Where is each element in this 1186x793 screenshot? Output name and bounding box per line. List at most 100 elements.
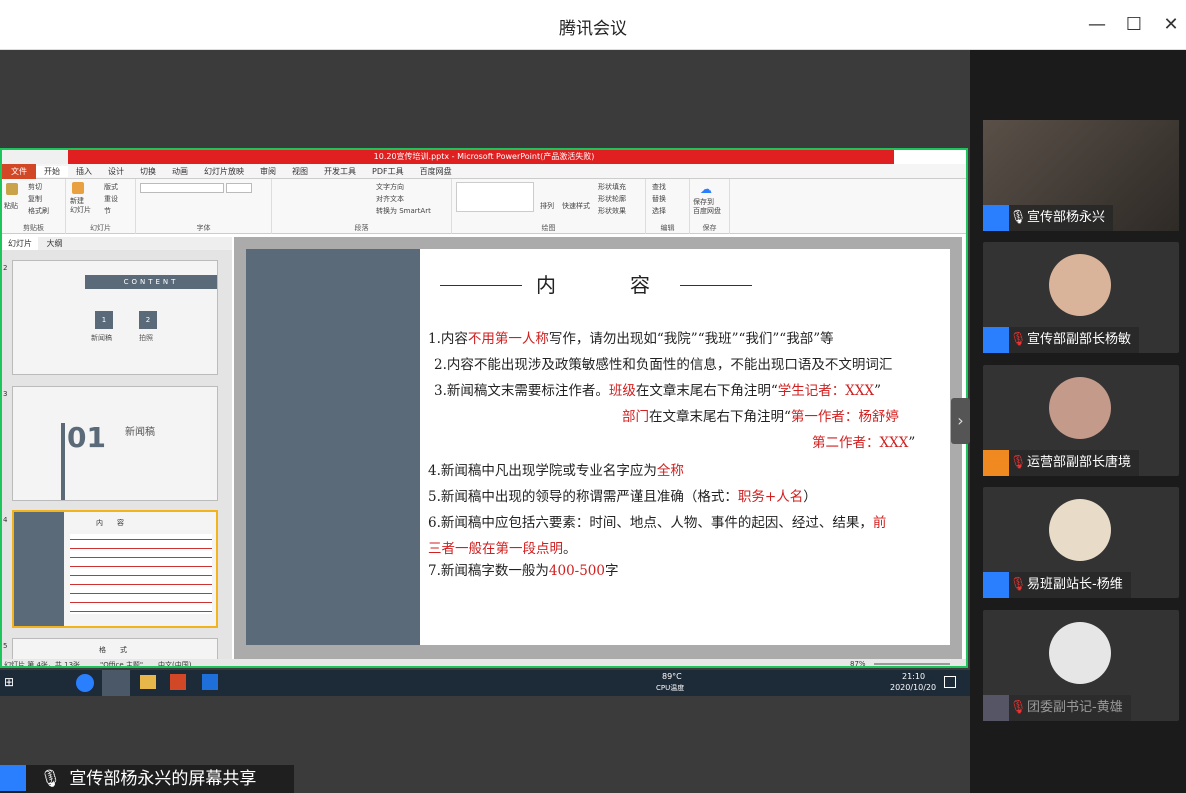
participant-tile[interactable]: 🎙易班副站长-杨维: [983, 487, 1179, 598]
thumb-number: 3: [3, 390, 8, 398]
thumb-slide-5[interactable]: 格 式: [12, 638, 218, 660]
participant-tile[interactable]: 🎙宣传部杨永兴: [983, 120, 1179, 231]
ribbon-tabs: 文件 开始 插入 设计 切换 动画 幻灯片放映 审阅 视图 开发工具 PDF工具…: [2, 163, 966, 179]
group-edit: 查找 替换 选择 编辑: [646, 179, 690, 234]
thumb-label-b: 拍照: [139, 334, 153, 342]
slide-line-8: 6.新闻稿中应包括六要素：时间、地点、人物、事件的起因、经过、结果，前: [428, 511, 886, 531]
shape-fill-button[interactable]: 形状填充: [598, 182, 626, 192]
maximize-button[interactable]: ☐: [1121, 12, 1147, 38]
quick-styles-button[interactable]: 快速样式: [562, 201, 590, 211]
current-slide[interactable]: 内 容 1.内容不用第一人称写作，请勿出现如“我院”“我班”“我们”“我部”等 …: [246, 249, 950, 645]
folder-icon[interactable]: [140, 675, 156, 689]
close-button[interactable]: ✕: [1158, 12, 1184, 38]
ribbon: 粘贴 剪切 复制 格式刷 剪贴板 新建 幻灯片 版式 重设 节 幻灯片 字体 文…: [2, 179, 966, 234]
find-button[interactable]: 查找: [652, 182, 666, 192]
thumb-slide-4-selected[interactable]: 内 容: [12, 510, 218, 628]
shape-effect-button[interactable]: 形状效果: [598, 206, 626, 216]
font-family-select[interactable]: [140, 183, 224, 193]
group-slides: 新建 幻灯片 版式 重设 节 幻灯片: [66, 179, 136, 234]
text: 在文章末尾右下角注明“: [649, 409, 791, 425]
group-clipboard: 粘贴 剪切 复制 格式刷 剪贴板: [2, 179, 66, 234]
text-red: 前: [872, 515, 887, 531]
participant-name: 易班副站长-杨维: [1027, 577, 1123, 592]
minimize-button[interactable]: —: [1084, 12, 1110, 38]
format-painter-button[interactable]: 格式刷: [28, 206, 49, 216]
baidu-cloud-icon[interactable]: ☁: [700, 182, 712, 196]
text: 在文章末尾右下角注明“: [635, 383, 778, 399]
user-icon: [983, 205, 1009, 231]
tab-slideshow[interactable]: 幻灯片放映: [196, 166, 252, 177]
smartart-button[interactable]: 转换为 SmartArt: [376, 206, 431, 216]
tab-review[interactable]: 审阅: [252, 166, 284, 177]
quick-access-toolbar[interactable]: [2, 150, 68, 164]
copy-button[interactable]: 复制: [28, 194, 42, 204]
zoom-slider[interactable]: [874, 663, 950, 665]
group-label: 编辑: [660, 224, 675, 232]
theme-name: "Office 主题": [100, 661, 144, 668]
tab-animations[interactable]: 动画: [164, 166, 196, 177]
start-icon[interactable]: ⊞: [4, 675, 18, 689]
text: 7.新闻稿字数一般为: [428, 563, 549, 579]
cut-button[interactable]: 剪切: [28, 182, 42, 192]
participant-tile[interactable]: 🎙团委副书记-黄雄: [983, 610, 1179, 721]
clock-time: 21:10: [902, 672, 926, 681]
tab-view[interactable]: 视图: [284, 166, 316, 177]
text: 。: [563, 541, 577, 557]
thumb-slide-3[interactable]: 01 新闻稿: [12, 386, 218, 501]
tab-file[interactable]: 文件: [2, 163, 36, 179]
align-text-button[interactable]: 对齐文本: [376, 194, 404, 204]
group-label: 绘图: [541, 224, 556, 232]
text-red: 学生记者：XXX: [777, 383, 875, 399]
slide-line-9: 三者一般在第一段点明。: [428, 537, 577, 557]
replace-button[interactable]: 替换: [652, 194, 666, 204]
reset-button[interactable]: 重设: [104, 194, 118, 204]
paste-button[interactable]: 粘贴: [4, 201, 18, 211]
collapse-sidebar-button[interactable]: ›: [951, 398, 970, 444]
notification-icon[interactable]: [944, 676, 956, 688]
slide-count: 幻灯片 第 4张，共 13张: [4, 661, 81, 668]
tab-pdf[interactable]: PDF工具: [364, 166, 412, 177]
font-size-select[interactable]: [226, 183, 252, 193]
tab-outline-pane[interactable]: 大纲: [41, 237, 69, 250]
new-slide-icon[interactable]: [72, 182, 84, 194]
slide-thumbnails: 2 CONTENT 1 2 新闻稿 拍照 3 01 新闻稿 4 内 容 5 格 …: [2, 250, 232, 660]
share-label-text: 宣传部杨永兴的屏幕共享: [69, 769, 257, 789]
shape-outline-button[interactable]: 形状轮廓: [598, 194, 626, 204]
paste-icon[interactable]: [6, 183, 18, 195]
participant-tile[interactable]: 🎙宣传部副部长杨敏: [983, 242, 1179, 353]
tab-slides-pane[interactable]: 幻灯片: [2, 237, 38, 250]
new-slide-button[interactable]: 新建 幻灯片: [70, 197, 91, 215]
text-red: 部门: [622, 409, 649, 425]
select-button[interactable]: 选择: [652, 206, 666, 216]
tab-design[interactable]: 设计: [100, 166, 132, 177]
thumb-slide-2[interactable]: CONTENT 1 2 新闻稿 拍照: [12, 260, 218, 375]
section-button[interactable]: 节: [104, 206, 111, 216]
mic-muted-icon: 🎙: [1009, 577, 1027, 592]
zoom-level: 87%: [850, 660, 866, 668]
tab-baidu[interactable]: 百度网盘: [412, 166, 460, 177]
slide-line-10: 7.新闻稿字数一般为400-500字: [428, 559, 619, 579]
pane-tabs: 幻灯片 大纲: [2, 237, 232, 250]
cpu-label: CPU温度: [656, 684, 685, 692]
powerpoint-icon[interactable]: [170, 674, 186, 690]
tab-insert[interactable]: 插入: [68, 166, 100, 177]
photos-icon[interactable]: [202, 674, 218, 690]
participant-tile[interactable]: 🎙运营部副部长唐境: [983, 365, 1179, 476]
user-icon: [983, 572, 1009, 598]
save-baidu-button[interactable]: 保存到 百度网盘: [693, 198, 721, 216]
text: 3.新闻稿文末需要标注作者。: [434, 383, 609, 399]
ppt-window-controls[interactable]: [894, 150, 966, 164]
tab-home[interactable]: 开始: [36, 165, 68, 177]
browser-icon[interactable]: [76, 674, 94, 692]
layout-button[interactable]: 版式: [104, 182, 118, 192]
slide-line-5: 第二作者：XXX”: [812, 431, 915, 451]
text-direction-button[interactable]: 文字方向: [376, 182, 404, 192]
tab-transitions[interactable]: 切换: [132, 166, 164, 177]
meeting-app-icon[interactable]: [102, 670, 130, 696]
mic-muted-icon: 🎙: [1009, 455, 1027, 470]
avatar: [1049, 499, 1111, 561]
shapes-gallery[interactable]: [456, 182, 534, 212]
arrange-button[interactable]: 排列: [540, 201, 554, 211]
thumb-text-lines: [70, 534, 212, 614]
tab-developer[interactable]: 开发工具: [316, 166, 364, 177]
